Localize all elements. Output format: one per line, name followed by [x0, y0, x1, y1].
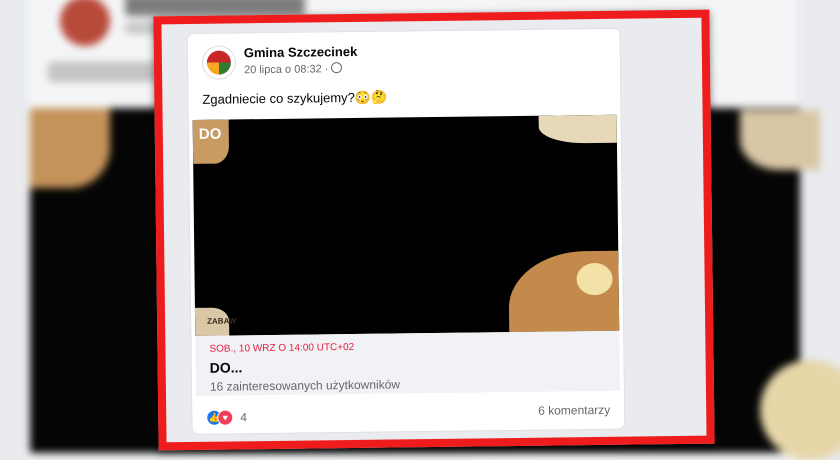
highlight-frame: Gmina Szczecinek 20 lipca o 08:32 · Zgad… — [153, 10, 714, 451]
event-interested: 16 zainteresowanych użytkowników — [210, 377, 400, 393]
media-text-bottom: ZABAW — [207, 316, 236, 325]
post-author[interactable]: Gmina Szczecinek — [244, 44, 358, 60]
page-avatar[interactable] — [202, 45, 236, 79]
media-corner-shape — [539, 115, 617, 144]
post-media[interactable]: DO ZABAW — [193, 115, 620, 336]
reaction-count: 4 — [240, 410, 247, 424]
event-card[interactable]: SOB., 10 WRZ O 14:00 UTC+02 DO... 16 zai… — [195, 331, 620, 396]
bg-text-blur — [48, 62, 168, 82]
post-timestamp[interactable]: 20 lipca o 08:32 · — [244, 63, 329, 76]
media-text-top: DO — [199, 126, 222, 143]
event-date: SOB., 10 WRZ O 14:00 UTC+02 — [209, 342, 354, 355]
comments-count[interactable]: 6 komentarzy — [538, 403, 610, 418]
bg-blob — [740, 110, 820, 170]
coat-of-arms-icon — [207, 50, 231, 74]
post-meta: 20 lipca o 08:32 · — [244, 62, 343, 76]
event-title[interactable]: DO... — [210, 359, 243, 375]
globe-icon — [331, 62, 342, 73]
bg-name-blur — [125, 0, 305, 16]
facebook-post: Gmina Szczecinek 20 lipca o 08:32 · Zgad… — [188, 29, 625, 434]
bg-blob — [30, 108, 110, 188]
love-reaction-icon: ♥ — [217, 409, 233, 425]
post-text: Zgadniecie co szykujemy?😳🤔 — [202, 90, 387, 108]
